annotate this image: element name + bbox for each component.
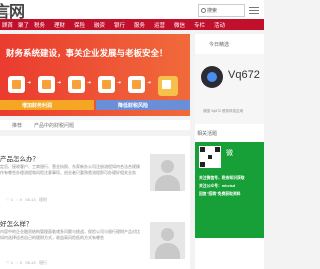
tab-product-tax[interactable]: 产品中的财税问题: [34, 122, 74, 129]
reduce-risk-button[interactable]: 降低财税风险: [96, 100, 190, 110]
arrow-icon: ➜: [57, 80, 62, 86]
search-button[interactable]: 搜索: [198, 4, 245, 17]
article-desc: 定员、接收客户、工商银行、营业执照、东家新办公司注册流程如何合法合规操作有哪些办…: [0, 164, 140, 175]
nav-item[interactable]: 税务: [34, 21, 45, 29]
article-date: 05-13: [25, 260, 36, 265]
sidebar-tab-featured[interactable]: 今日精选: [209, 41, 229, 48]
step-icon: [128, 76, 145, 93]
article-date: 05-13: [25, 197, 36, 202]
step-icon: [8, 76, 25, 93]
nav-item[interactable]: 活动: [214, 21, 225, 29]
article-tag[interactable]: 银行: [39, 260, 47, 265]
nav-item[interactable]: 微信: [174, 21, 185, 29]
article-tag[interactable]: 理财: [39, 197, 47, 202]
menu-icon[interactable]: [249, 5, 259, 15]
nav-item[interactable]: 理财: [54, 21, 65, 29]
article-meta: ♡ 1 ◌ 0 05-13 理财: [6, 197, 47, 203]
sidebar: 今日精选 Vq672 我国 Vq672 税务科技应用 相关活题 微 关注微信号，…: [195, 34, 264, 269]
wechat-label: 微: [226, 150, 233, 157]
increase-profit-button[interactable]: 增加财务利润: [0, 100, 94, 110]
featured-caption: 我国 Vq672 税务科技应用: [203, 109, 244, 113]
site-url: www.xxxxx.com: [0, 12, 22, 16]
nav-item[interactable]: 银行: [114, 21, 125, 29]
view-count: 0: [19, 260, 23, 265]
nav-item[interactable]: 融资: [94, 21, 105, 29]
article-title[interactable]: 产品怎么办？: [0, 153, 39, 163]
nav-item[interactable]: 顾首: [2, 21, 13, 29]
tab-recommend[interactable]: 推荐: [12, 122, 22, 129]
like-count: 1: [10, 260, 13, 265]
promo-line: 关注公众号：mhcisd: [199, 184, 236, 188]
view-count: 0: [19, 197, 23, 202]
like-icon: ♡: [6, 260, 10, 265]
nav-item[interactable]: 服务: [134, 21, 145, 29]
nav-item[interactable]: 聚了: [18, 21, 29, 29]
qr-code-icon: [199, 146, 221, 168]
article-list: 产品怎么办？ 定员、接收客户、工商银行、营业执照、东家新办公司注册流程如何合法合…: [0, 136, 190, 269]
nav-item[interactable]: 保险: [74, 21, 85, 29]
step-icon: [98, 76, 115, 93]
arrow-icon: ➜: [147, 80, 152, 86]
like-count: 1: [10, 197, 13, 202]
button-label: 降低财税风险: [118, 103, 149, 109]
related-title: 相关活题: [197, 131, 218, 137]
step-icon: [68, 76, 85, 93]
wechat-promo[interactable]: 微 关注微信号，税务知识获取 关注公众号：mhcisd 回复"招聘"免费获取资料: [195, 142, 264, 238]
article-desc: 内容中的企业融资结构管理面临诸多问题与挑战，保险公司与银行理财产品对比如何选择适…: [0, 229, 140, 240]
featured-card[interactable]: Vq672 我国 Vq672 税务科技应用: [195, 54, 264, 124]
article-title[interactable]: 好怎么样？: [0, 218, 33, 228]
search-label: 搜索: [207, 8, 218, 14]
promo-line: 回复"招聘"免费获取资料: [199, 192, 241, 196]
like-icon: ♡: [6, 197, 10, 202]
featured-title: Vq672: [228, 69, 260, 81]
promo-line: 关注微信号，税务知识获取: [199, 176, 245, 180]
banner-title: 财务系统建设，事关企业发展与老板安全！: [6, 48, 168, 58]
arrow-icon: ➜: [27, 80, 32, 86]
article-tabs: 推荐 产品中的财税问题: [0, 120, 190, 130]
arrow-icon: ➜: [117, 80, 122, 86]
nav-item[interactable]: 专栏: [194, 21, 205, 29]
article-thumbnail[interactable]: [150, 222, 185, 259]
view-icon: ◌: [16, 260, 19, 265]
step-icon: [38, 76, 55, 93]
main-nav: 顾首 聚了 税务 理财 保险 融资 银行 服务 运营 微信 专栏 活动: [0, 19, 264, 30]
article-meta: ♡ 1 ◌ 0 05-13 银行: [6, 260, 47, 266]
view-icon: ◌: [16, 197, 19, 202]
button-label: 增加财务利润: [22, 103, 53, 109]
search-icon: [201, 8, 206, 13]
featured-icon: [201, 66, 223, 88]
nav-item[interactable]: 运营: [154, 21, 165, 29]
step-icon: [158, 76, 178, 96]
arrow-icon: ➜: [87, 80, 92, 86]
article-thumbnail[interactable]: [150, 154, 185, 191]
